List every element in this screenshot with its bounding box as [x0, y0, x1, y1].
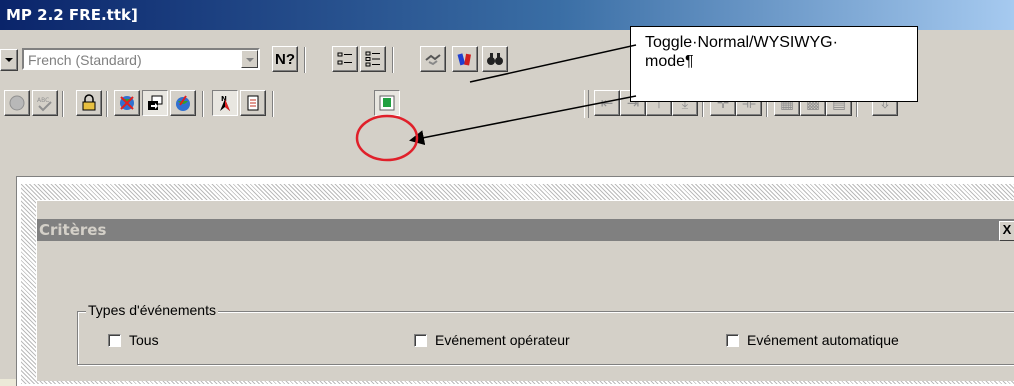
- checklist-icon: [337, 52, 352, 65]
- spellcheck-icon-button[interactable]: ABC: [32, 90, 58, 116]
- toolbar-separator: [202, 91, 204, 117]
- toggle-wysiwyg-button[interactable]: [374, 90, 400, 116]
- close-icon[interactable]: X: [999, 221, 1014, 241]
- toolbar-grip[interactable]: [584, 90, 589, 118]
- globe-x-icon-button[interactable]: [114, 90, 140, 116]
- checkbox-box[interactable]: [726, 333, 739, 347]
- globe-pen-icon-button[interactable]: [170, 90, 196, 116]
- lock-icon-button[interactable]: [76, 90, 102, 116]
- globe-dim-icon: [9, 95, 25, 111]
- books-icon-button[interactable]: [452, 46, 478, 72]
- checkbox-evenement-operateur[interactable]: Evénement opérateur: [414, 332, 570, 348]
- align-left-icon: ⇤: [600, 94, 614, 112]
- toolbar-separator: [62, 91, 64, 117]
- window-stack-icon: [148, 95, 163, 110]
- lock-icon: [82, 94, 96, 111]
- toolbar-separator: [304, 47, 306, 73]
- callout-line-2: mode¶: [645, 53, 694, 70]
- previous-combo-dropdown[interactable]: [0, 49, 18, 71]
- toolbar-separator: [272, 91, 274, 117]
- language-combo[interactable]: French (Standard): [22, 48, 260, 70]
- event-types-label: Types d'événements: [86, 302, 218, 318]
- handshake-icon: [425, 54, 441, 66]
- checkbox-box[interactable]: [108, 333, 121, 347]
- checklist-icon-button[interactable]: [332, 46, 358, 72]
- compass-icon: N: [220, 95, 230, 111]
- globe-pen-icon: [176, 95, 190, 111]
- binoculars-icon-button[interactable]: [482, 46, 508, 72]
- callout-line-1: Toggle·Normal/WYSIWYG·: [645, 34, 838, 51]
- svg-text:ABC: ABC: [37, 97, 49, 104]
- criteria-window: Critères X Types d'événements Tous Evéne…: [36, 200, 1014, 381]
- scroll-icon: [247, 95, 259, 111]
- help-label: N?: [275, 50, 295, 68]
- window-title: MP 2.2 FRE.ttk]: [6, 6, 138, 24]
- wysiwyg-toggle-icon: [379, 95, 395, 111]
- event-types-group: Types d'événements Tous Evénement opérat…: [77, 302, 1014, 365]
- checkbox-box[interactable]: [414, 333, 427, 347]
- compass-icon-button[interactable]: N: [212, 90, 238, 116]
- checklist-alt-icon-button[interactable]: [360, 46, 386, 72]
- chevron-down-icon[interactable]: [241, 50, 258, 68]
- checkbox-label: Tous: [129, 332, 159, 348]
- checkbox-label: Evénement automatique: [747, 332, 899, 348]
- scroll-icon-button[interactable]: [240, 90, 266, 116]
- handshake-icon-button[interactable]: [420, 46, 446, 72]
- context-help-button[interactable]: N?: [272, 46, 298, 72]
- checkbox-evenement-automatique[interactable]: Evénement automatique: [726, 332, 899, 348]
- globe-dim-icon-button[interactable]: [4, 90, 30, 116]
- checkbox-tous[interactable]: Tous: [108, 332, 159, 348]
- globe-x-icon: [120, 96, 134, 110]
- align-left-icon-button[interactable]: ⇤: [594, 90, 620, 116]
- criteria-titlebar: Critères X: [37, 219, 1014, 241]
- toolbar-separator: [392, 47, 394, 73]
- checkbox-label: Evénement opérateur: [435, 332, 570, 348]
- spellcheck-icon: ABC: [37, 97, 52, 112]
- annotation-callout: Toggle·Normal/WYSIWYG· mode¶: [630, 26, 918, 102]
- toolbar-separator: [106, 91, 108, 117]
- window-stack-icon-button[interactable]: [142, 90, 168, 116]
- books-icon: [457, 53, 471, 66]
- checklist-alt-icon: [365, 51, 380, 67]
- binoculars-icon: [487, 53, 503, 65]
- language-combo-value: French (Standard): [28, 52, 142, 68]
- criteria-title: Critères: [39, 221, 107, 239]
- document-area: Critères X Types d'événements Tous Evéne…: [0, 140, 1014, 386]
